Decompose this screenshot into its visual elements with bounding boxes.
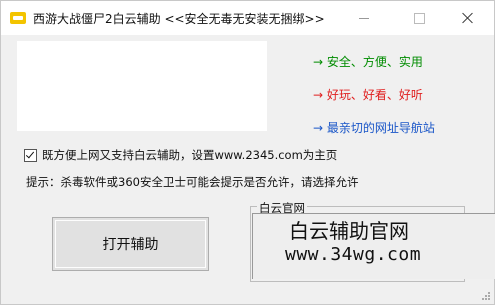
resize-grip[interactable] (480, 290, 490, 300)
homepage-checkbox-label[interactable]: 既方便上网又支持白云辅助，设置www.2345.com为主页 (42, 147, 337, 163)
maximize-button[interactable] (400, 1, 438, 35)
app-icon (10, 12, 26, 24)
link-fun-good[interactable]: → 好玩、好看、好听 (313, 86, 423, 103)
minimize-button[interactable] (345, 1, 383, 35)
link-safe-convenient[interactable]: → 安全、方便、实用 (313, 53, 423, 70)
link-navigation-site[interactable]: → 最亲切的网址导航站 (313, 119, 435, 136)
maximize-icon (413, 12, 425, 24)
window-title: 西游大战僵尸2白云辅助 <<安全无毒无安装无捆绑>> (33, 12, 325, 26)
title-bar[interactable]: 西游大战僵尸2白云辅助 <<安全无毒无安装无捆绑>> (1, 1, 494, 35)
close-button[interactable] (449, 1, 487, 35)
minimize-icon (359, 17, 369, 19)
open-helper-button[interactable]: 打开辅助 (52, 217, 209, 271)
official-site-url[interactable]: www.34wg.com (285, 244, 421, 265)
open-helper-button-label: 打开辅助 (102, 237, 159, 253)
banner-image[interactable] (17, 41, 267, 131)
close-icon (462, 12, 474, 24)
tip-text: 提示：杀毒软件或360安全卫士可能会提示是否允许，请选择允许 (26, 175, 359, 189)
homepage-checkbox[interactable] (24, 148, 37, 162)
official-site-title[interactable]: 白云辅助官网 (289, 215, 409, 244)
homepage-option[interactable]: 既方便上网又支持白云辅助，设置www.2345.com为主页 (24, 147, 337, 163)
app-window: 西游大战僵尸2白云辅助 <<安全无毒无安装无捆绑>> → 安全、方便、实用 → … (0, 0, 495, 305)
